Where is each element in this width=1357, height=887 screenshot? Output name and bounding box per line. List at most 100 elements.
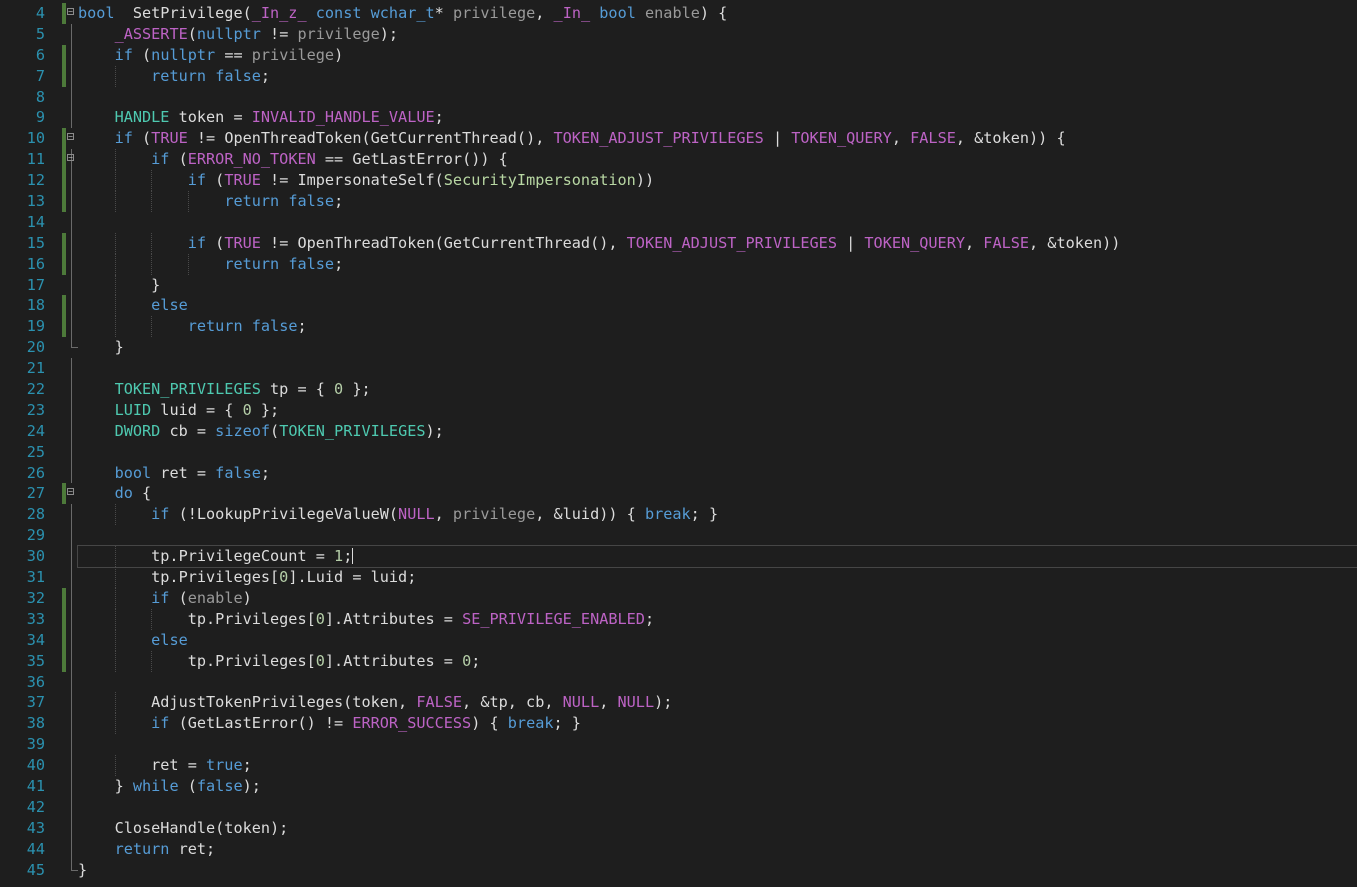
code-line[interactable]: 45}	[0, 859, 1357, 881]
code-text[interactable]: CloseHandle(token);	[78, 818, 289, 839]
code-text[interactable]: LUID luid = { 0 };	[78, 400, 280, 421]
code-line[interactable]: 12 if (TRUE != ImpersonateSelf(SecurityI…	[0, 170, 1357, 192]
code-line[interactable]: 18 else	[0, 295, 1357, 317]
code-editor[interactable]: 4 bool SetPrivilege(_In_z_ const wchar_t*…	[0, 3, 1357, 887]
code-line[interactable]: 4 bool SetPrivilege(_In_z_ const wchar_t*…	[0, 3, 1357, 24]
code-text[interactable]: AdjustTokenPrivileges(token, FALSE, &tp,…	[78, 692, 672, 713]
code-text[interactable]: if (TRUE != OpenThreadToken(GetCurrentTh…	[78, 233, 1121, 254]
collapse-icon[interactable]	[67, 8, 74, 15]
code-line[interactable]: 26 bool ret = false;	[0, 462, 1357, 484]
code-line[interactable]: 14	[0, 211, 1357, 233]
code-line[interactable]: 35 tp.Privileges[0].Attributes = 0;	[0, 650, 1357, 672]
code-token: == GetLastError()) {	[315, 150, 508, 169]
code-token: wchar_t	[370, 4, 435, 22]
code-line[interactable]: 34 else	[0, 629, 1357, 651]
line-number: 30	[26, 547, 45, 566]
code-token: ret =	[151, 463, 216, 482]
fold-guide	[71, 274, 72, 296]
code-text[interactable]: else	[78, 630, 188, 651]
code-text[interactable]: }	[78, 860, 87, 881]
code-text[interactable]: DWORD cb = sizeof(TOKEN_PRIVILEGES);	[78, 421, 444, 442]
code-line[interactable]: 40 ret = true;	[0, 755, 1357, 776]
code-text[interactable]: tp.Privileges[0].Attributes = 0;	[78, 651, 481, 672]
change-marker	[62, 44, 66, 66]
code-token: tp.Privileges[	[78, 568, 280, 587]
code-line[interactable]: 43 CloseHandle(token);	[0, 817, 1357, 839]
code-text[interactable]: bool ret = false;	[78, 463, 270, 484]
code-text[interactable]: } while (false);	[78, 776, 261, 797]
code-text[interactable]: HANDLE token = INVALID_HANDLE_VALUE;	[78, 107, 444, 128]
code-token: , &token)) {	[955, 129, 1066, 148]
code-token: }	[78, 776, 133, 795]
text-caret	[352, 548, 354, 565]
code-text[interactable]: }	[78, 275, 160, 296]
code-text[interactable]: tp.Privileges[0].Luid = luid;	[78, 567, 416, 588]
code-text[interactable]: bool SetPrivilege(_In_z_ const wchar_t* …	[78, 3, 727, 24]
code-line[interactable]: 30 tp.PrivilegeCount = 1;	[0, 545, 1357, 569]
code-line[interactable]: 24 DWORD cb = sizeof(TOKEN_PRIVILEGES);	[0, 420, 1357, 442]
code-text[interactable]: do {	[78, 483, 152, 504]
code-text[interactable]: return ret;	[78, 839, 216, 860]
code-line[interactable]: 37 AdjustTokenPrivileges(token, FALSE, &…	[0, 692, 1357, 714]
code-text[interactable]: return false;	[78, 191, 343, 212]
code-text[interactable]: if (!LookupPrivilegeValueW(NULL, privile…	[78, 504, 718, 525]
code-line[interactable]: 21	[0, 358, 1357, 380]
code-line[interactable]: 25	[0, 441, 1357, 463]
code-text[interactable]: if (TRUE != OpenThreadToken(GetCurrentTh…	[78, 128, 1066, 149]
code-token: if	[151, 714, 170, 733]
code-text[interactable]: return false;	[78, 316, 307, 337]
code-text[interactable]: else	[78, 295, 188, 316]
code-line[interactable]: 6 if (nullptr == privilege)	[0, 44, 1357, 66]
collapse-icon[interactable]	[67, 133, 74, 141]
code-text[interactable]: tp.Privileges[0].Attributes = SE_PRIVILE…	[78, 609, 654, 630]
fold-guide	[71, 232, 72, 254]
fold-guide	[71, 525, 72, 547]
code-text[interactable]: }	[78, 337, 124, 358]
code-line[interactable]: 10 if (TRUE != OpenThreadToken(GetCurren…	[0, 128, 1357, 150]
code-line[interactable]: 22 TOKEN_PRIVILEGES tp = { 0 };	[0, 379, 1357, 400]
code-line[interactable]: 13 return false;	[0, 191, 1357, 212]
code-line[interactable]: 27 do {	[0, 483, 1357, 505]
code-line[interactable]: 42	[0, 796, 1357, 818]
collapse-icon[interactable]	[67, 154, 74, 162]
code-text[interactable]: _ASSERTE(nullptr != privilege);	[78, 24, 399, 45]
code-token: tp.PrivilegeCount =	[78, 547, 335, 566]
collapse-icon[interactable]	[67, 488, 74, 496]
code-token: enable	[187, 588, 243, 607]
code-line[interactable]: 32 if (enable)	[0, 587, 1357, 609]
code-text[interactable]: TOKEN_PRIVILEGES tp = { 0 };	[78, 379, 371, 400]
code-text[interactable]: if (GetLastError() != ERROR_SUCCESS) { b…	[78, 713, 581, 734]
code-text[interactable]: tp.PrivilegeCount = 1;	[78, 546, 354, 567]
code-line[interactable]: 36	[0, 671, 1357, 693]
code-line[interactable]: 38 if (GetLastError() != ERROR_SUCCESS) …	[0, 713, 1357, 735]
code-line[interactable]: 15 if (TRUE != OpenThreadToken(GetCurren…	[0, 232, 1357, 254]
line-number: 15	[26, 233, 45, 252]
code-line[interactable]: 31 tp.Privileges[0].Luid = luid;	[0, 567, 1357, 588]
code-line[interactable]: 29	[0, 525, 1357, 547]
code-text[interactable]: if (enable)	[78, 588, 252, 609]
code-token: false	[196, 776, 243, 795]
code-line[interactable]: 23 LUID luid = { 0 };	[0, 399, 1357, 421]
code-line[interactable]: 5 _ASSERTE(nullptr != privilege);	[0, 23, 1357, 45]
code-text[interactable]: return false;	[78, 66, 270, 87]
code-line[interactable]: 7 return false;	[0, 65, 1357, 87]
code-text[interactable]: return false;	[78, 254, 343, 275]
code-line[interactable]: 28 if (!LookupPrivilegeValueW(NULL, priv…	[0, 504, 1357, 526]
code-line[interactable]: 11 if (ERROR_NO_TOKEN == GetLastError())…	[0, 149, 1357, 171]
code-line[interactable]: 19 return false;	[0, 316, 1357, 338]
code-line[interactable]: 33 tp.Privileges[0].Attributes = SE_PRIV…	[0, 608, 1357, 630]
code-line[interactable]: 20 }	[0, 337, 1357, 358]
code-line[interactable]: 8	[0, 86, 1357, 108]
code-line[interactable]: 9 HANDLE token = INVALID_HANDLE_VALUE;	[0, 107, 1357, 129]
code-line[interactable]: 39	[0, 734, 1357, 756]
code-line[interactable]: 44 return ret;	[0, 838, 1357, 860]
code-token: if	[151, 588, 170, 607]
code-text[interactable]: ret = true;	[78, 755, 252, 776]
code-line[interactable]: 16 return false;	[0, 253, 1357, 275]
code-text[interactable]: if (nullptr == privilege)	[78, 45, 344, 66]
code-text[interactable]: if (TRUE != ImpersonateSelf(SecurityImpe…	[78, 170, 654, 191]
code-line[interactable]: 41 } while (false);	[0, 775, 1357, 797]
code-text[interactable]: if (ERROR_NO_TOKEN == GetLastError()) {	[78, 149, 508, 170]
code-line[interactable]: 17 }	[0, 274, 1357, 296]
